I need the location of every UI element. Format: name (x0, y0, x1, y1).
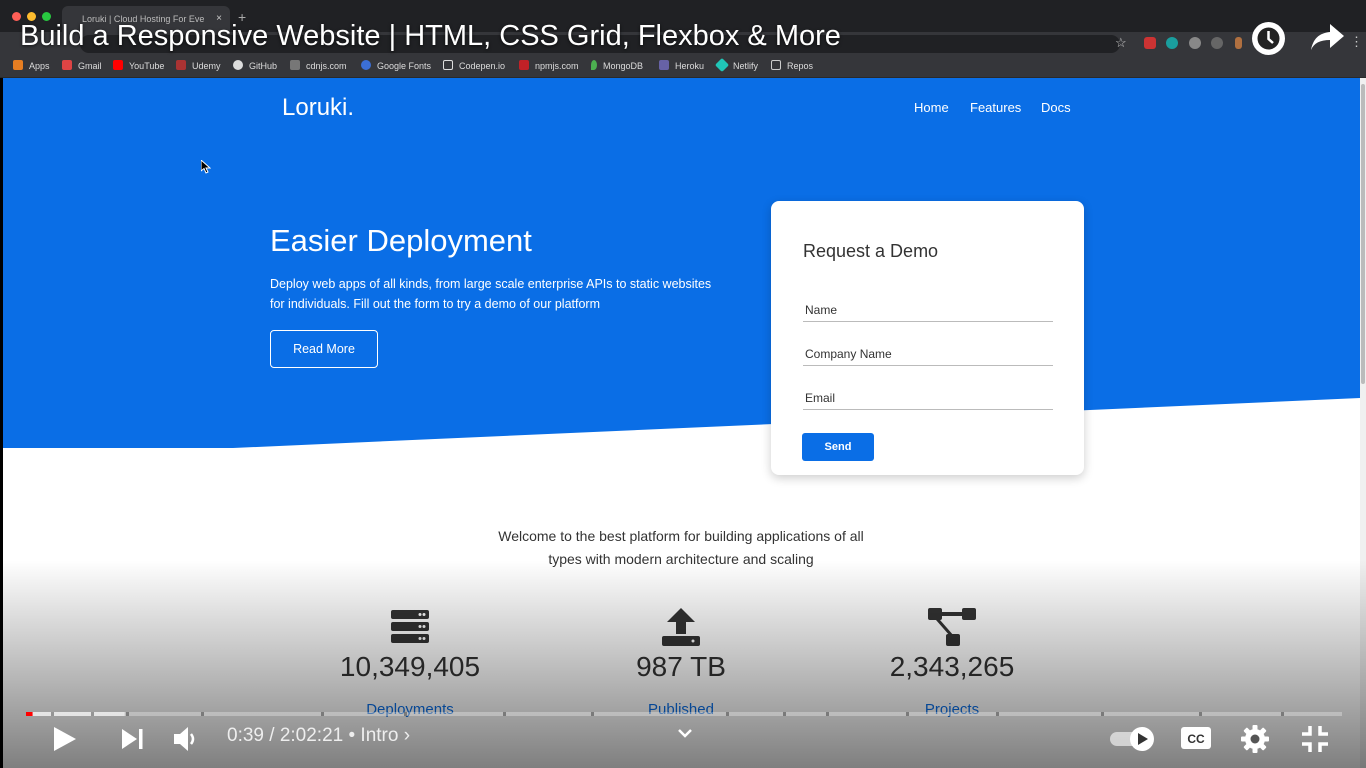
exit-fullscreen-button[interactable] (1300, 724, 1330, 754)
chapter-marker (126, 712, 129, 716)
chapter-marker (201, 712, 204, 716)
apps-grid-icon (13, 60, 23, 70)
extension-icon[interactable] (1166, 37, 1178, 49)
heroku-icon (659, 60, 669, 70)
stat-value-projects: 2,343,265 (889, 651, 1015, 682)
nav-features-link[interactable]: Features (970, 100, 1021, 115)
site-logo[interactable]: Loruki. (282, 94, 354, 122)
website-page: Loruki. Home Features Docs Easier Deploy… (3, 78, 1360, 768)
chapter-marker (591, 712, 594, 716)
gmail-icon (62, 60, 72, 70)
captions-button[interactable]: CC (1180, 726, 1212, 750)
chapter-marker (826, 712, 829, 716)
welcome-text: Welcome to the best platform for buildin… (498, 528, 864, 567)
exit-fullscreen-icon (1302, 726, 1328, 752)
captions-icon: CC (1187, 732, 1205, 746)
time-display[interactable]: 0:39 / 2:02:21 • Intro › (227, 725, 410, 747)
email-field[interactable]: Email (803, 388, 1053, 410)
chapter-marker (1101, 712, 1104, 716)
volume-icon (174, 727, 188, 751)
stat-value-deployments: 10,349,405 (339, 651, 481, 682)
udemy-icon (176, 60, 186, 70)
chapter-marker (1199, 712, 1202, 716)
bookmark-cdnjs[interactable]: cdnjs.com (290, 60, 347, 71)
server-icon (391, 610, 429, 643)
stat-value-published: 987 TB (636, 651, 726, 682)
extension-icon[interactable] (1189, 37, 1201, 49)
name-field[interactable]: Name (803, 300, 1053, 322)
codepen-icon (443, 60, 453, 70)
skip-next-icon (122, 729, 137, 749)
mute-button[interactable] (173, 726, 201, 752)
page-scroll-thumb[interactable] (1361, 84, 1365, 384)
chapter-marker (51, 712, 54, 716)
project-diagram-icon (928, 608, 976, 646)
play-icon (54, 727, 76, 751)
hero-background (3, 78, 1360, 448)
watch-later-button[interactable] (1252, 22, 1285, 55)
bookmark-npmjs[interactable]: npmjs.com (519, 60, 579, 71)
read-more-button[interactable]: Read More (270, 330, 378, 368)
chapter-marker (503, 712, 506, 716)
mouse-cursor-icon (201, 160, 211, 174)
chapter-marker (321, 712, 324, 716)
chevron-down-icon[interactable] (677, 728, 693, 740)
progress-played (26, 712, 33, 716)
chapter-marker (1281, 712, 1284, 716)
bookmark-google-fonts[interactable]: Google Fonts (361, 60, 431, 71)
bookmark-codepen[interactable]: Codepen.io (443, 60, 505, 71)
settings-button[interactable] (1240, 724, 1270, 754)
bookmark-apps[interactable]: Apps (13, 60, 50, 71)
bookmark-mongodb[interactable]: MongoDB (591, 60, 643, 71)
github-icon (233, 60, 243, 70)
extension-icon[interactable] (1211, 37, 1223, 49)
bookmarks-bar: Apps Gmail YouTube Udemy GitHub cdnjs.co… (0, 56, 1366, 78)
chapter-marker (726, 712, 729, 716)
star-icon[interactable]: ☆ (1115, 35, 1127, 51)
menu-dots-icon[interactable]: ⋮ (1350, 34, 1363, 50)
progress-bar[interactable] (26, 703, 1342, 716)
play-button[interactable] (52, 726, 78, 752)
bookmark-github[interactable]: GitHub (233, 60, 277, 71)
extension-icon[interactable] (1144, 37, 1156, 49)
extension-icon[interactable] (1235, 37, 1242, 49)
bookmark-youtube[interactable]: YouTube (113, 60, 164, 71)
hero-description: Deploy web apps of all kinds, from large… (270, 277, 712, 311)
chapter-marker (996, 712, 999, 716)
npm-icon (519, 60, 529, 70)
demo-form-title: Request a Demo (803, 241, 939, 261)
progress-buffered (26, 712, 125, 716)
bookmark-heroku[interactable]: Heroku (659, 60, 704, 71)
send-button[interactable]: Send (802, 433, 874, 461)
bookmark-netlify[interactable]: Netlify (714, 57, 758, 73)
nav-docs-link[interactable]: Docs (1041, 100, 1071, 115)
progress-track (26, 712, 1342, 716)
google-fonts-icon (361, 60, 371, 70)
youtube-icon (113, 60, 123, 70)
video-title[interactable]: Build a Responsive Website | HTML, CSS G… (20, 20, 841, 53)
folder-icon (771, 60, 781, 70)
clock-icon (1257, 27, 1280, 50)
request-demo-card: Request a Demo Name Company Name Email S… (771, 201, 1084, 475)
hero-title: Easier Deployment (270, 223, 532, 258)
netlify-icon (714, 57, 730, 73)
chapter-marker (91, 712, 94, 716)
chapter-marker (404, 712, 407, 716)
code-icon (290, 60, 300, 70)
company-name-field[interactable]: Company Name (803, 344, 1053, 366)
chapter-marker (783, 712, 786, 716)
autoplay-toggle[interactable] (1110, 726, 1158, 752)
upload-icon (662, 608, 700, 646)
bookmark-repos[interactable]: Repos (771, 60, 813, 71)
bookmark-udemy[interactable]: Udemy (176, 60, 221, 71)
next-video-button[interactable] (120, 727, 144, 751)
chapter-marker (906, 712, 909, 716)
mongodb-leaf-icon (591, 60, 597, 70)
nav-home-link[interactable]: Home (914, 100, 949, 115)
share-icon[interactable] (1310, 22, 1346, 52)
bookmark-gmail[interactable]: Gmail (62, 60, 102, 71)
